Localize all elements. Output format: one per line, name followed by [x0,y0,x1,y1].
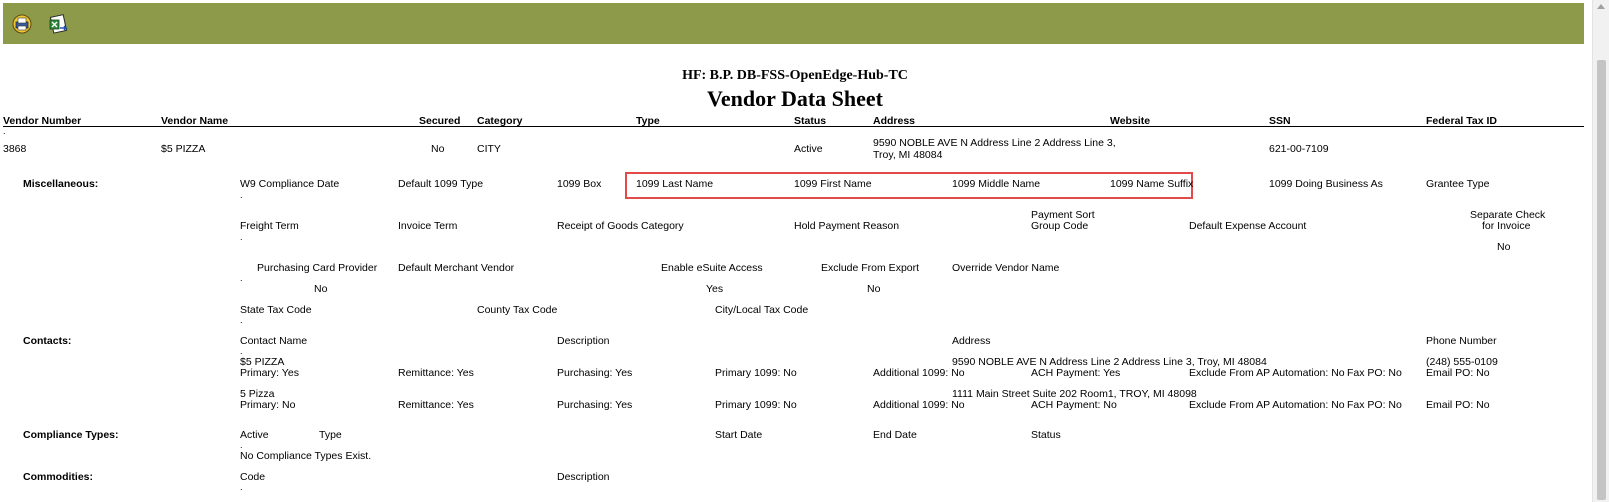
label-enable-esuite-access: Enable eSuite Access [661,262,763,274]
contact-exclude-ap: Exclude From AP Automation: No [1189,367,1345,379]
col-commodity-code: Code [240,471,266,483]
label-1099-last-name: 1099 Last Name [636,178,714,190]
label-freight-term: Freight Term [240,220,299,232]
label-w9-compliance-date: W9 Compliance Date [240,178,340,190]
section-contacts: Contacts: [23,335,72,347]
contact-additional-1099: Additional 1099: No [873,399,965,411]
row-dot: . [3,126,6,136]
label-receipt-of-goods-category: Receipt of Goods Category [557,220,684,232]
label-grantee-type: Grantee Type [1426,178,1490,190]
vendor-address-line2: Troy, MI 48084 [873,149,943,161]
report-title: Vendor Data Sheet [706,86,883,111]
contact-purchasing: Purchasing: Yes [557,367,633,379]
label-county-tax-code: County Tax Code [477,304,558,316]
scrollbar-thumb[interactable] [1597,60,1606,500]
label-hold-payment-reason: Hold Payment Reason [794,220,900,232]
value-exclude-from-export: No [867,283,881,295]
vendor-name: $5 PIZZA [161,143,206,155]
col-compliance-status: Status [1031,429,1061,441]
label-override-vendor-name: Override Vendor Name [952,262,1060,274]
field-dot: . [240,190,243,200]
label-1099-name-suffix: 1099 Name Suffix [1110,178,1194,190]
contact-purchasing: Purchasing: Yes [557,399,633,411]
col-contact-address: Address [952,335,991,347]
value-separate-check: No [1497,241,1511,253]
label-1099-first-name: 1099 First Name [794,178,872,190]
label-default-merchant-vendor: Default Merchant Vendor [398,262,515,274]
vendor-number: 3868 [3,143,27,155]
contact-remittance: Remittance: Yes [398,367,474,379]
contact-email-po: Email PO: No [1426,367,1490,379]
vendor-category: CITY [477,143,501,155]
label-purchasing-card-provider: Purchasing Card Provider [257,262,378,274]
section-commodities: Commodities: [23,471,94,483]
label-default-1099-type: Default 1099 Type [398,178,484,190]
header-rule [3,126,1584,127]
col-commodity-description: Description [557,471,610,483]
contact-ach-payment: ACH Payment: Yes [1031,367,1121,379]
section-miscellaneous: Miscellaneous: [23,178,99,190]
col-compliance-end-date: End Date [873,429,917,441]
col-contact-name: Contact Name [240,335,308,347]
contact-primary-1099: Primary 1099: No [715,367,797,379]
contact-fax-po: Fax PO: No [1347,367,1402,379]
label-1099-doing-business-as: 1099 Doing Business As [1269,178,1383,190]
contact-primary: Primary: No [240,399,296,411]
field-dot: . [240,315,243,325]
label-1099-middle-name: 1099 Middle Name [952,178,1041,190]
label-1099-box: 1099 Box [557,178,602,190]
section-compliance-types: Compliance Types: [23,429,119,441]
vendor-ssn: 621-00-7109 [1269,143,1329,155]
contact-exclude-ap: Exclude From AP Automation: No [1189,399,1345,411]
vendor-secured: No [431,143,445,155]
col-compliance-active: Active [240,429,269,441]
label-city-local-tax-code: City/Local Tax Code [715,304,809,316]
field-dot: . [240,346,243,356]
contact-email-po: Email PO: No [1426,399,1490,411]
field-dot: . [240,273,243,283]
label-exclude-from-export: Exclude From Export [821,262,920,274]
col-compliance-type: Type [319,429,342,441]
contact-fax-po: Fax PO: No [1347,399,1402,411]
field-dot: . [240,232,243,242]
contact-ach-payment: ACH Payment: No [1031,399,1117,411]
report-subtitle: HF: B.P. DB-FSS-OpenEdge-Hub-TC [682,68,908,83]
field-dot: . [240,482,243,492]
export-excel-icon[interactable] [47,13,69,35]
col-compliance-start-date: Start Date [715,429,763,441]
col-contact-description: Description [557,335,610,347]
scroll-up-arrow[interactable] [1597,4,1605,9]
value-purchasing-card-provider: No [314,283,328,295]
label-separate-check-2: for Invoice [1482,220,1531,232]
label-invoice-term: Invoice Term [398,220,458,232]
vertical-scrollbar[interactable] [1592,0,1609,502]
contact-primary-1099: Primary 1099: No [715,399,797,411]
field-dot: . [240,440,243,450]
compliance-empty-message: No Compliance Types Exist. [240,450,372,462]
print-icon[interactable] [11,13,33,35]
label-payment-sort-2: Group Code [1031,220,1089,232]
contact-remittance: Remittance: Yes [398,399,474,411]
contact-primary: Primary: Yes [240,367,299,379]
value-enable-esuite-access: Yes [706,283,724,295]
label-default-expense-account: Default Expense Account [1189,220,1307,232]
col-contact-phone: Phone Number [1426,335,1497,347]
report-toolbar [3,3,1584,44]
vendor-address-line1: 9590 NOBLE AVE N Address Line 2 Address … [873,137,1116,149]
vendor-status: Active [794,143,823,155]
contact-additional-1099: Additional 1099: No [873,367,965,379]
label-state-tax-code: State Tax Code [240,304,312,316]
